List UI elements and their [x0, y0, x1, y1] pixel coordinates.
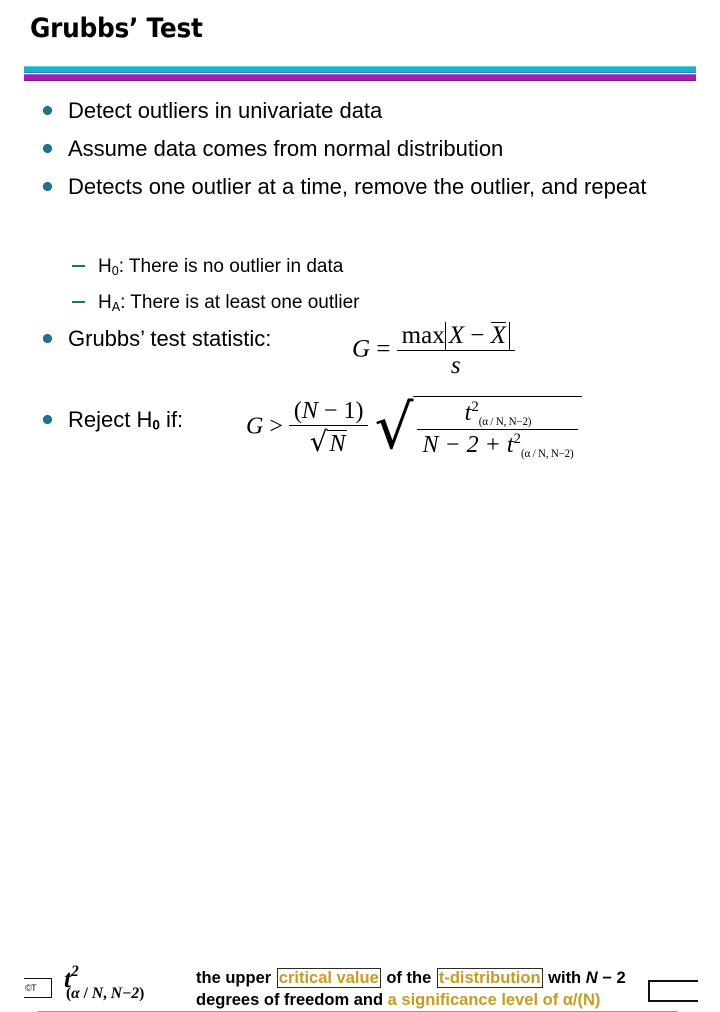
hypothesis-subscript: 0 [111, 263, 119, 278]
legend-text-segment: degrees of freedom and [196, 991, 388, 1009]
fraction-statistic: max X − X s [396, 322, 515, 380]
minus-sign: − [470, 322, 485, 349]
list-item: Detects one outlier at a time, remove th… [40, 172, 700, 201]
formula-relation-greater: > [269, 413, 283, 440]
index-paren-close: ) [139, 984, 145, 1002]
copyright-watermark: ©T [24, 978, 52, 998]
reject-label-after: if: [159, 407, 184, 432]
list-item: Assume data comes from normal distributi… [40, 134, 700, 163]
formula-relation-equals: = [376, 335, 391, 363]
coefficient-numerator: (N − 1) [289, 398, 369, 425]
legend-text-segment: − 2 [597, 969, 626, 987]
slide-canvas: Grubbs’ Test Detect outliers in univaria… [0, 0, 720, 1012]
list-item-hypothesis-alt: HA: There is at least one outlier [72, 290, 632, 320]
bullet-text: Detects one outlier at a time, remove th… [68, 174, 647, 199]
reject-label-subscript: 0 [152, 417, 160, 433]
index-slash: / [79, 984, 92, 1002]
page-title: Grubbs’ Test [30, 13, 203, 44]
radical-icon: √ [309, 425, 328, 459]
sample-size-N: N [301, 398, 318, 425]
legend-line-2: degrees of freedom and a significance le… [196, 989, 626, 1011]
absolute-value-group: X − X [444, 322, 510, 350]
legend-band: ©T t2 (α / N, N−2) the upper critical va… [0, 480, 720, 1012]
radical-group: √ t2(α / N, N−2) N − 2 + t2(α / N, N−2) [374, 392, 583, 464]
paren-close: ) [355, 398, 364, 425]
t-statistic-index: (α / N, N−2) [478, 416, 532, 429]
sample-size-N: N [327, 430, 348, 458]
fraction-radicand: t2(α / N, N−2) N − 2 + t2(α / N, N−2) [417, 399, 579, 461]
index-comma: , [103, 984, 111, 1002]
hypothesis-symbol: H [98, 291, 112, 313]
index-alpha: α [71, 984, 80, 1002]
highlight-t-distribution[interactable]: t-distribution [436, 968, 543, 988]
index-n: N [91, 984, 104, 1002]
bullet-text: Detect outliers in univariate data [68, 98, 383, 123]
bullet-dot-icon [43, 334, 52, 343]
list-item: Detect outliers in univariate data [40, 96, 700, 125]
legend-symbol-index: (α / N, N−2) [66, 986, 144, 1002]
fraction-coefficient: (N − 1) √N [288, 398, 369, 459]
formula-test-statistic: G = max X − X s [352, 322, 515, 380]
denominator-expression: N − 2 + t [422, 431, 514, 458]
hypothesis-text: : There is no outlier in data [118, 256, 344, 277]
legend-description: the upper critical value of the t-distri… [196, 967, 626, 1011]
fraction-denominator-s: s [396, 350, 515, 380]
list-item-hypothesis-null: H0: There is no outlier in data [72, 254, 632, 284]
bullet-dot-icon [43, 144, 52, 153]
legend-symbol-t-squared: t2 (α / N, N−2) [64, 964, 144, 1001]
exponent-two: 2 [471, 399, 479, 415]
legend-text-segment: the upper [196, 969, 276, 987]
bullet-dot-icon [43, 106, 52, 115]
list-item-reject-rule: Reject H0 if: [40, 405, 183, 440]
legend-text-segment: of the [381, 969, 436, 987]
minus-sign: − [323, 398, 338, 425]
radicand-denominator: N − 2 + t2(α / N, N−2) [417, 428, 579, 461]
legend-text-segment: with [543, 969, 586, 987]
index-df: N−2 [110, 984, 140, 1002]
radical-icon: √ [374, 392, 414, 464]
fraction-numerator: max X − X [397, 322, 515, 350]
max-operator: max [401, 322, 445, 349]
radicand: t2(α / N, N−2) N − 2 + t2(α / N, N−2) [413, 396, 583, 461]
list-item-test-statistic: Grubbs’ test statistic: [40, 324, 271, 353]
legend-right-box [648, 980, 698, 1002]
bullet-text: Assume data comes from normal distributi… [68, 136, 504, 161]
radicand-numerator: t2(α / N, N−2) [417, 399, 578, 429]
divider-cyan [24, 66, 696, 73]
dash-bullet-icon [72, 300, 85, 303]
reject-label-before: Reject H [68, 407, 153, 432]
hypothesis-list: H0: There is no outlier in data HA: Ther… [72, 254, 632, 326]
t-statistic-index: (α / N, N−2) [520, 447, 574, 460]
coefficient-denominator-sqrt-N: √N [288, 425, 369, 459]
hypothesis-symbol: H [98, 256, 112, 277]
bullet-list: Detect outliers in univariate data Assum… [40, 96, 700, 210]
constant-one: 1 [343, 398, 356, 425]
formula-reject-criterion: G > (N − 1) √N √ t2(α / N, N−2) N − 2 + … [246, 392, 583, 464]
variable-X: X [448, 322, 464, 349]
exponent-two: 2 [513, 430, 521, 447]
hypothesis-subscript: A [111, 299, 121, 314]
formula-lhs-G: G [352, 335, 371, 363]
legend-n-symbol: N [585, 969, 598, 987]
bullet-dot-icon [43, 182, 52, 191]
divider-magenta [24, 74, 696, 81]
highlight-critical-value[interactable]: critical value [276, 968, 381, 988]
paren-open: ( [293, 398, 302, 425]
legend-symbol-exponent: 2 [70, 963, 79, 980]
bullet-dot-icon [43, 415, 52, 424]
formula-lhs-G: G [246, 413, 264, 440]
mean-X-bar: X [490, 322, 506, 349]
dash-bullet-icon [72, 265, 85, 267]
test-statistic-label: Grubbs’ test statistic: [68, 326, 272, 351]
legend-significance-level: a significance level of α/(N) [387, 991, 601, 1009]
hypothesis-text: : There is at least one outlier [120, 291, 360, 313]
legend-line-1: the upper critical value of the t-distri… [196, 967, 626, 989]
